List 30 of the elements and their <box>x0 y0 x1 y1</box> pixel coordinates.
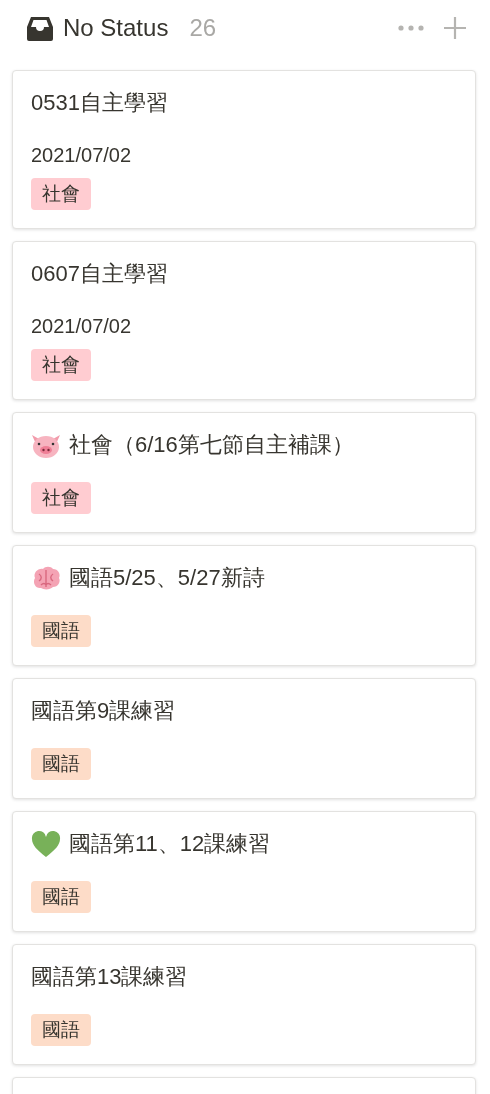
card-title: 0531自主學習 <box>31 89 168 117</box>
card-count: 26 <box>189 14 217 42</box>
inbox-icon <box>27 15 53 41</box>
tag: 國語 <box>31 615 91 647</box>
column-title: No Status <box>63 14 169 42</box>
card-date: 2021/07/02 <box>31 144 133 166</box>
tag: 國語 <box>31 881 91 913</box>
tag: 社會 <box>31 482 91 514</box>
card-date: 2021/07/02 <box>31 315 133 337</box>
task-card[interactable]: 國語第9課練習 國語 <box>12 678 476 799</box>
tag: 國語 <box>31 1014 91 1046</box>
tag: 社會 <box>31 349 91 381</box>
tag: 國語 <box>31 748 91 780</box>
card-title: 國語第9課練習 <box>31 697 176 725</box>
more-icon[interactable] <box>398 25 424 31</box>
heart-icon <box>31 830 61 858</box>
tag: 社會 <box>31 178 91 210</box>
task-card[interactable]: 國語5/25、5/27新詩 國語 <box>12 545 476 666</box>
task-card[interactable]: 國語第11、12課練習 國語 <box>12 811 476 932</box>
card-title: 國語5/25、5/27新詩 <box>69 564 265 592</box>
task-card[interactable]: 國語第13課練習 國語 <box>12 944 476 1065</box>
card-title: 國語第11、12課練習 <box>69 830 271 858</box>
add-icon[interactable] <box>444 17 466 39</box>
card-title: 社會（6/16第七節自主補課） <box>69 431 354 459</box>
task-card[interactable]: 0531自主學習 2021/07/02 社會 <box>12 70 476 229</box>
brain-icon <box>31 564 61 592</box>
card-title: 0607自主學習 <box>31 260 168 288</box>
card-title: 國語第13課練習 <box>31 963 188 991</box>
task-card[interactable]: 社會（6/16第七節自主補課） 社會 <box>12 412 476 533</box>
task-card[interactable]: 0607自主學習 2021/07/02 社會 <box>12 241 476 400</box>
